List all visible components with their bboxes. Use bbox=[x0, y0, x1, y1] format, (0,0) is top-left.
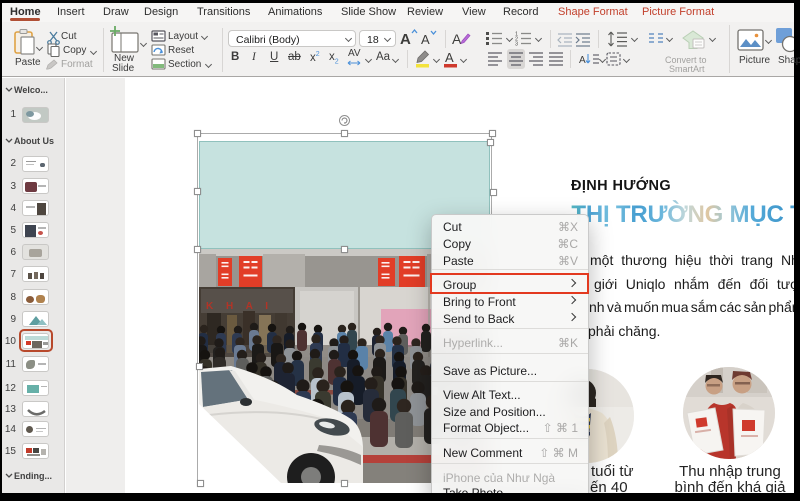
svg-text:THỊ TRƯỜNG MỤC TIÊU: THỊ TRƯỜNG MỤC TIÊU bbox=[571, 200, 794, 228]
svg-text:A: A bbox=[400, 31, 411, 48]
svg-text:A: A bbox=[421, 32, 430, 47]
svg-text:A: A bbox=[579, 55, 586, 66]
svg-text:K H A I: K H A I bbox=[206, 301, 273, 312]
svg-text:A: A bbox=[445, 50, 454, 65]
svg-text:3: 3 bbox=[515, 42, 518, 48]
svg-text:A: A bbox=[452, 31, 462, 47]
